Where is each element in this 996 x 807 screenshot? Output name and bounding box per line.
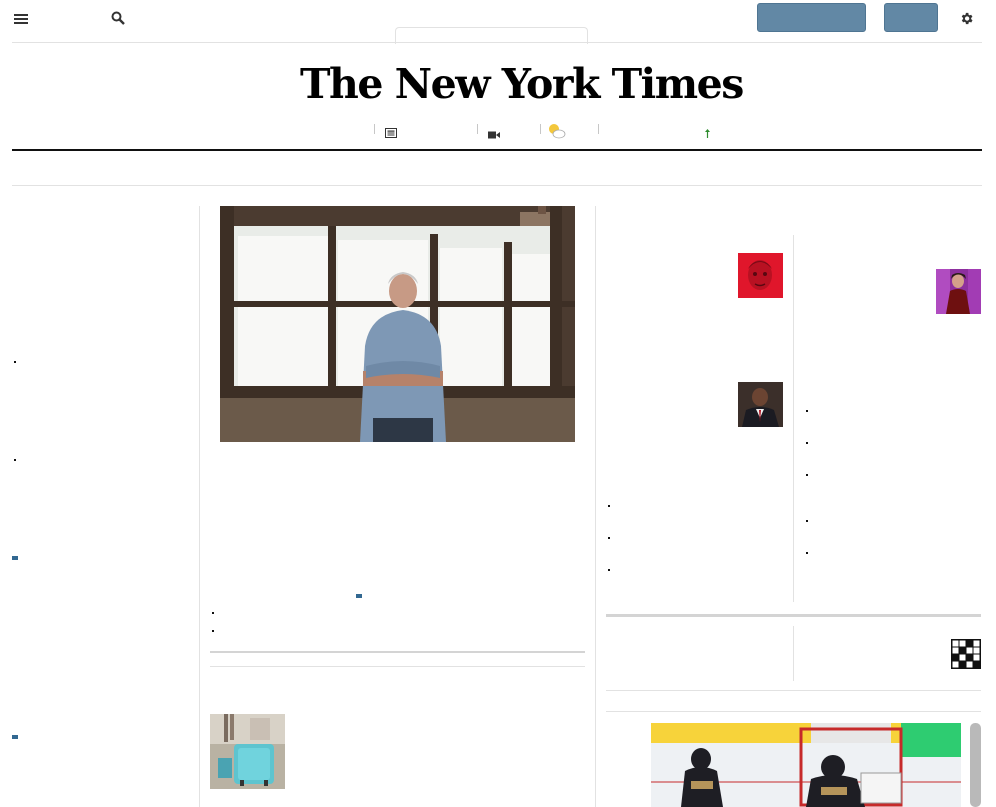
masthead-logo[interactable]: The New York Times (300, 52, 744, 116)
masthead-rule (12, 149, 982, 151)
column-divider-right-lower (793, 626, 794, 681)
list-bullet (806, 410, 808, 412)
gear-icon[interactable] (959, 11, 974, 26)
list-bullet (608, 569, 610, 571)
list-bullet (608, 537, 610, 539)
story-divider (210, 651, 585, 653)
masthead-title: The New York Times (300, 60, 744, 108)
crossword-icon[interactable] (951, 639, 981, 669)
partly-cloudy-icon (548, 123, 566, 139)
hockey-photo[interactable] (651, 723, 961, 807)
list-bullet (608, 505, 610, 507)
subscribe-button[interactable] (757, 3, 866, 32)
story-divider (210, 666, 585, 667)
top-bar-divider (12, 42, 982, 43)
section-tag (356, 594, 362, 598)
login-button[interactable] (884, 3, 938, 32)
list-bullet (806, 552, 808, 554)
column-divider-left (199, 206, 200, 807)
nav-separator (598, 124, 599, 134)
hamburger-menu-icon[interactable] (14, 12, 28, 24)
nav-separator (540, 124, 541, 134)
section-tag (12, 556, 18, 560)
list-bullet (806, 474, 808, 476)
section-divider-right (606, 614, 981, 617)
list-bullet (806, 442, 808, 444)
thumbnail-photo-luggage[interactable] (210, 714, 285, 789)
list-bullet (212, 630, 214, 632)
list-bullet (212, 612, 214, 614)
nav-separator (477, 124, 478, 134)
thumbnail-portrait-suit[interactable] (738, 382, 783, 427)
column-divider-right (793, 235, 794, 602)
search-icon[interactable] (111, 11, 125, 25)
list-bullet (14, 361, 16, 363)
column-divider-middle (595, 206, 596, 807)
video-camera-icon[interactable] (488, 126, 500, 139)
section-divider-right (606, 690, 981, 691)
thumbnail-portrait-purple[interactable] (936, 269, 981, 314)
thumbnail-portrait-red[interactable] (738, 253, 783, 298)
scrollbar-thumb[interactable] (970, 723, 981, 807)
section-divider (12, 185, 982, 186)
newspaper-icon[interactable] (385, 125, 397, 138)
list-bullet (806, 520, 808, 522)
lead-story-photo[interactable] (220, 206, 575, 442)
arrow-up-icon (704, 125, 711, 138)
list-bullet (14, 459, 16, 461)
nav-separator (374, 124, 375, 134)
section-tag (12, 735, 18, 739)
section-divider-right (606, 711, 981, 712)
